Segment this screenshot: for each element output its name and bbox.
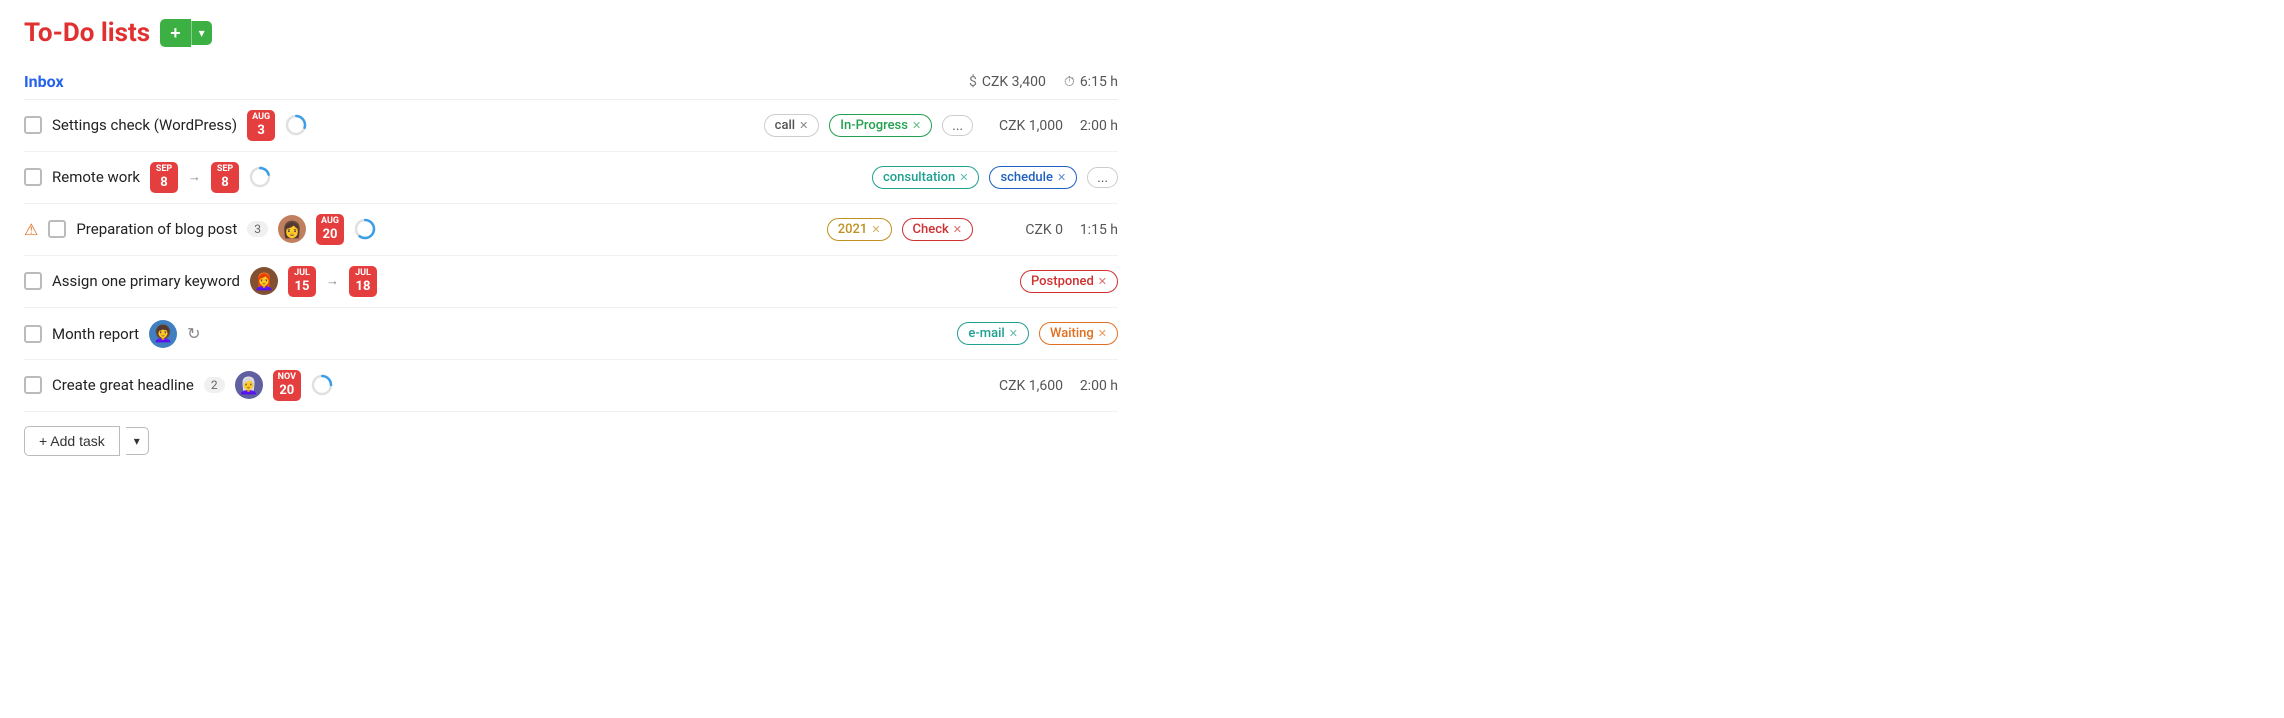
progress-circle [249, 166, 271, 188]
task-badge[interactable]: In-Progress ✕ [829, 114, 932, 137]
more-button[interactable]: ... [1087, 167, 1118, 188]
task-checkbox[interactable] [24, 325, 42, 343]
date-badge-1[interactable]: Aug 20 [316, 214, 344, 244]
badge-remove-icon[interactable]: ✕ [953, 223, 962, 236]
date-badge-2[interactable]: Jul 18 [349, 266, 377, 296]
task-left: Assign one primary keyword 👩‍🦰 Jul 15 → J… [24, 266, 1020, 296]
inbox-meta: $ CZK 3,400 ⏱ 6:15 h [969, 74, 1118, 90]
task-checkbox[interactable] [24, 376, 42, 394]
badge-remove-icon[interactable]: ✕ [1009, 327, 1018, 340]
task-checkbox[interactable] [24, 168, 42, 186]
task-checkbox[interactable] [24, 116, 42, 134]
task-list: Settings check (WordPress) Aug 3 call ✕ … [24, 100, 1118, 412]
inbox-time: ⏱ 6:15 h [1064, 74, 1118, 90]
badge-remove-icon[interactable]: ✕ [799, 119, 808, 132]
date-badge-1[interactable]: Aug 3 [247, 110, 275, 140]
task-left: Create great headline 2 👩‍🦳 Nov 20 [24, 370, 983, 400]
task-right: e-mail ✕ Waiting ✕ [957, 322, 1118, 345]
date-badge-1[interactable]: Nov 20 [273, 370, 301, 400]
task-badge[interactable]: Postponed ✕ [1020, 270, 1118, 293]
task-name: Preparation of blog post [76, 220, 237, 238]
arrow-icon: → [326, 273, 339, 289]
badge-remove-icon[interactable]: ✕ [959, 171, 968, 184]
task-checkbox[interactable] [48, 220, 66, 238]
add-task-button[interactable]: + Add task [24, 426, 120, 456]
czk-amount: CZK 1,600 [983, 378, 1063, 394]
add-btn-group: + ▾ [160, 19, 212, 47]
task-name: Remote work [52, 168, 140, 186]
add-task-row: + Add task ▾ [24, 426, 1118, 456]
time-amount: 1:15 h [1073, 222, 1118, 238]
time-amount: 2:00 h [1073, 378, 1118, 394]
task-badge[interactable]: consultation ✕ [872, 166, 979, 189]
task-row: Create great headline 2 👩‍🦳 Nov 20 CZK 1,6… [24, 360, 1118, 412]
task-name: Assign one primary keyword [52, 272, 240, 290]
badge-remove-icon[interactable]: ✕ [1098, 327, 1107, 340]
inbox-title: Inbox [24, 72, 64, 91]
date-badge-2[interactable]: Sep 8 [211, 162, 239, 192]
inbox-time-value: 6:15 h [1080, 74, 1118, 90]
task-count: 2 [204, 377, 225, 393]
inbox-header: Inbox $ CZK 3,400 ⏱ 6:15 h [24, 66, 1118, 100]
refresh-icon[interactable]: ↻ [187, 324, 200, 343]
task-row: Assign one primary keyword 👩‍🦰 Jul 15 → J… [24, 256, 1118, 308]
add-dropdown-button[interactable]: ▾ [191, 21, 212, 45]
page-title: To-Do lists [24, 18, 150, 48]
progress-circle [354, 218, 376, 240]
badge-remove-icon[interactable]: ✕ [1057, 171, 1066, 184]
task-badge[interactable]: 2021 ✕ [827, 218, 892, 241]
inbox-czk: $ CZK 3,400 [969, 74, 1046, 90]
task-right: call ✕ In-Progress ✕ ... CZK 1,000 2:00 h [764, 114, 1118, 137]
task-row: Month report 👩‍🦱 ↻ e-mail ✕ Waiting ✕ [24, 308, 1118, 360]
page-header: To-Do lists + ▾ [24, 18, 1118, 48]
badge-remove-icon[interactable]: ✕ [871, 223, 880, 236]
task-name: Month report [52, 325, 139, 343]
inbox-section: Inbox $ CZK 3,400 ⏱ 6:15 h Settings chec… [24, 66, 1118, 456]
warning-icon: ⚠ [24, 220, 38, 239]
task-row: Settings check (WordPress) Aug 3 call ✕ … [24, 100, 1118, 152]
date-badge-1[interactable]: Jul 15 [288, 266, 316, 296]
avatar: 👩‍🦱 [149, 320, 177, 348]
task-count: 3 [247, 221, 268, 237]
task-badge[interactable]: call ✕ [764, 114, 820, 137]
task-row: Remote work Sep 8 → Sep 8 consultation ✕… [24, 152, 1118, 204]
main-container: To-Do lists + ▾ Inbox $ CZK 3,400 ⏱ 6:15… [0, 0, 1142, 474]
badge-remove-icon[interactable]: ✕ [1098, 275, 1107, 288]
badge-remove-icon[interactable]: ✕ [912, 119, 921, 132]
task-right: 2021 ✕ Check ✕ CZK 0 1:15 h [827, 218, 1118, 241]
czk-icon: $ [969, 74, 977, 90]
task-right: consultation ✕ schedule ✕ ... [872, 166, 1118, 189]
clock-icon: ⏱ [1064, 74, 1075, 90]
task-right: CZK 1,600 2:00 h [983, 378, 1118, 394]
add-button[interactable]: + [160, 19, 191, 47]
task-right: Postponed ✕ [1020, 270, 1118, 293]
date-badge-1[interactable]: Sep 8 [150, 162, 178, 192]
arrow-icon: → [188, 169, 201, 185]
add-task-dropdown-button[interactable]: ▾ [126, 427, 149, 455]
task-name: Settings check (WordPress) [52, 116, 237, 134]
czk-amount: CZK 0 [983, 222, 1063, 238]
inbox-czk-value: CZK 3,400 [982, 74, 1046, 90]
task-name: Create great headline [52, 376, 194, 394]
progress-circle [285, 114, 307, 136]
more-button[interactable]: ... [942, 115, 973, 136]
task-badge[interactable]: e-mail ✕ [957, 322, 1029, 345]
avatar: 👩‍🦳 [235, 371, 263, 399]
task-checkbox[interactable] [24, 272, 42, 290]
czk-amount: CZK 1,000 [983, 118, 1063, 134]
task-badge[interactable]: Waiting ✕ [1039, 322, 1118, 345]
avatar: 👩 [278, 215, 306, 243]
task-badge[interactable]: schedule ✕ [989, 166, 1077, 189]
task-left: ⚠ Preparation of blog post 3 👩 Aug 20 [24, 214, 827, 244]
task-badge[interactable]: Check ✕ [902, 218, 973, 241]
task-row: ⚠ Preparation of blog post 3 👩 Aug 20 2021 … [24, 204, 1118, 256]
progress-circle [311, 374, 333, 396]
time-amount: 2:00 h [1073, 118, 1118, 134]
task-left: Remote work Sep 8 → Sep 8 [24, 162, 872, 192]
avatar: 👩‍🦰 [250, 267, 278, 295]
task-left: Settings check (WordPress) Aug 3 [24, 110, 764, 140]
task-left: Month report 👩‍🦱 ↻ [24, 320, 957, 348]
